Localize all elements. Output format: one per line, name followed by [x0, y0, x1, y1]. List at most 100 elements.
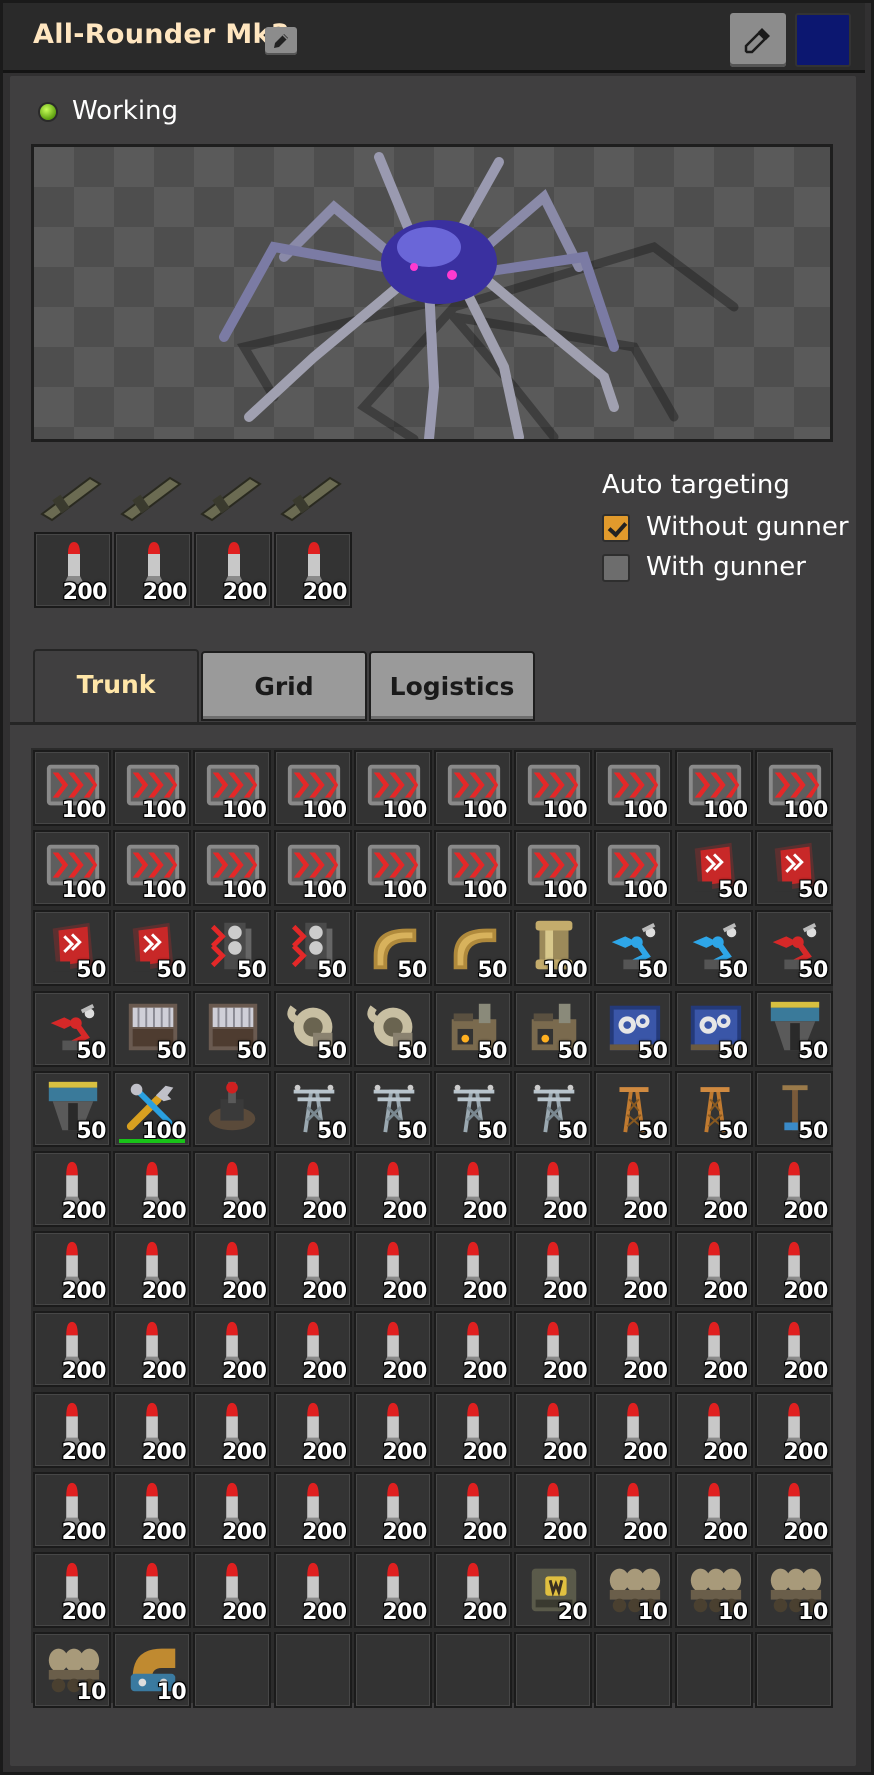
inventory-slot[interactable]: 200 — [113, 1231, 191, 1307]
inventory-slot[interactable]: 50 — [33, 991, 111, 1067]
inventory-slot[interactable]: 200 — [434, 1311, 512, 1387]
inventory-slot[interactable]: 50 — [113, 910, 191, 986]
inventory-slot[interactable]: 200 — [113, 1552, 191, 1628]
tab-logistics[interactable]: Logistics — [369, 651, 535, 721]
without-gunner-checkbox[interactable] — [602, 514, 630, 542]
inventory-slot[interactable]: 200 — [514, 1231, 592, 1307]
inventory-slot[interactable]: 200 — [193, 1472, 271, 1548]
inventory-slot[interactable]: 100 — [514, 830, 592, 906]
inventory-slot[interactable]: 50 — [434, 991, 512, 1067]
inventory-slot[interactable]: 200 — [113, 1311, 191, 1387]
empty-inventory-slot[interactable] — [594, 1632, 672, 1708]
inventory-slot[interactable]: 100 — [193, 750, 271, 826]
inventory-slot[interactable]: 200 — [514, 1472, 592, 1548]
inventory-slot[interactable]: 50 — [434, 1071, 512, 1147]
empty-inventory-slot[interactable] — [193, 1632, 271, 1708]
empty-inventory-slot[interactable] — [434, 1632, 512, 1708]
with-gunner-checkbox[interactable] — [602, 554, 630, 582]
inventory-slot[interactable]: 50 — [755, 1071, 833, 1147]
inventory-slot[interactable]: 200 — [33, 1151, 111, 1227]
inventory-slot[interactable] — [193, 1071, 271, 1147]
tab-grid[interactable]: Grid — [201, 651, 367, 721]
inventory-slot[interactable]: 50 — [514, 1071, 592, 1147]
inventory-slot[interactable]: 50 — [675, 910, 753, 986]
inventory-slot[interactable]: 20 — [514, 1552, 592, 1628]
inventory-slot[interactable]: 200 — [193, 1311, 271, 1387]
inventory-slot[interactable]: 200 — [594, 1231, 672, 1307]
color-swatch[interactable] — [795, 13, 851, 67]
inventory-slot[interactable]: 200 — [594, 1472, 672, 1548]
color-picker-button[interactable] — [730, 13, 786, 67]
inventory-slot[interactable]: 200 — [755, 1392, 833, 1468]
inventory-slot[interactable]: 50 — [33, 1071, 111, 1147]
inventory-slot[interactable]: 50 — [33, 910, 111, 986]
inventory-slot[interactable]: 10 — [594, 1552, 672, 1628]
inventory-slot[interactable]: 200 — [675, 1472, 753, 1548]
inventory-slot[interactable]: 200 — [755, 1311, 833, 1387]
inventory-slot[interactable]: 200 — [354, 1231, 432, 1307]
inventory-slot[interactable]: 50 — [274, 910, 352, 986]
ammo-slot[interactable]: 200 — [274, 532, 352, 608]
inventory-slot[interactable]: 100 — [675, 750, 753, 826]
inventory-slot[interactable]: 100 — [113, 750, 191, 826]
inventory-slot[interactable]: 200 — [33, 1231, 111, 1307]
inventory-slot[interactable]: 100 — [354, 830, 432, 906]
inventory-slot[interactable]: 50 — [354, 1071, 432, 1147]
empty-inventory-slot[interactable] — [755, 1632, 833, 1708]
inventory-slot[interactable]: 200 — [594, 1151, 672, 1227]
inventory-slot[interactable]: 200 — [434, 1151, 512, 1227]
empty-inventory-slot[interactable] — [514, 1632, 592, 1708]
title-bar[interactable]: All-Rounder Mk3 — [3, 3, 865, 73]
inventory-slot[interactable]: 100 — [113, 830, 191, 906]
tab-trunk[interactable]: Trunk — [33, 649, 199, 725]
ammo-slot[interactable]: 200 — [34, 532, 112, 608]
inventory-slot[interactable]: 200 — [193, 1392, 271, 1468]
inventory-slot[interactable]: 200 — [594, 1392, 672, 1468]
inventory-slot[interactable]: 100 — [33, 750, 111, 826]
inventory-slot[interactable]: 200 — [354, 1311, 432, 1387]
inventory-slot[interactable]: 50 — [193, 991, 271, 1067]
inventory-slot[interactable]: 200 — [274, 1151, 352, 1227]
inventory-slot[interactable]: 100 — [274, 750, 352, 826]
empty-inventory-slot[interactable] — [354, 1632, 432, 1708]
inventory-slot[interactable]: 200 — [274, 1231, 352, 1307]
inventory-slot[interactable]: 200 — [434, 1552, 512, 1628]
inventory-slot[interactable]: 50 — [755, 830, 833, 906]
inventory-slot[interactable]: 10 — [755, 1552, 833, 1628]
inventory-slot[interactable]: 200 — [675, 1392, 753, 1468]
inventory-slot[interactable]: 50 — [193, 910, 271, 986]
inventory-slot[interactable]: 200 — [434, 1472, 512, 1548]
inventory-slot[interactable]: 50 — [755, 991, 833, 1067]
inventory-slot[interactable]: 50 — [354, 991, 432, 1067]
inventory-slot[interactable]: 200 — [675, 1231, 753, 1307]
inventory-slot[interactable]: 50 — [755, 910, 833, 986]
ammo-slot[interactable]: 200 — [194, 532, 272, 608]
inventory-slot[interactable]: 50 — [434, 910, 512, 986]
inventory-slot[interactable]: 100 — [594, 750, 672, 826]
inventory-slot[interactable]: 200 — [113, 1151, 191, 1227]
inventory-slot[interactable]: 200 — [514, 1151, 592, 1227]
inventory-slot[interactable]: 50 — [274, 991, 352, 1067]
inventory-slot[interactable]: 200 — [274, 1311, 352, 1387]
inventory-slot[interactable]: 200 — [514, 1392, 592, 1468]
inventory-slot[interactable]: 10 — [675, 1552, 753, 1628]
inventory-slot[interactable]: 100 — [434, 830, 512, 906]
inventory-slot[interactable]: 200 — [33, 1392, 111, 1468]
inventory-slot[interactable]: 200 — [354, 1552, 432, 1628]
inventory-slot[interactable]: 200 — [193, 1231, 271, 1307]
inventory-slot[interactable]: 200 — [354, 1151, 432, 1227]
inventory-slot[interactable]: 100 — [514, 750, 592, 826]
inventory-slot[interactable]: 200 — [354, 1472, 432, 1548]
inventory-slot[interactable]: 100 — [514, 910, 592, 986]
inventory-slot[interactable]: 100 — [113, 1071, 191, 1147]
inventory-slot[interactable]: 10 — [113, 1632, 191, 1708]
inventory-slot[interactable]: 200 — [675, 1151, 753, 1227]
inventory-slot[interactable]: 200 — [755, 1231, 833, 1307]
inventory-slot[interactable]: 100 — [594, 830, 672, 906]
inventory-slot[interactable]: 50 — [675, 1071, 753, 1147]
inventory-slot[interactable]: 100 — [33, 830, 111, 906]
inventory-slot[interactable]: 200 — [274, 1552, 352, 1628]
inventory-slot[interactable]: 200 — [33, 1311, 111, 1387]
inventory-slot[interactable]: 200 — [274, 1472, 352, 1548]
inventory-slot[interactable]: 50 — [675, 991, 753, 1067]
